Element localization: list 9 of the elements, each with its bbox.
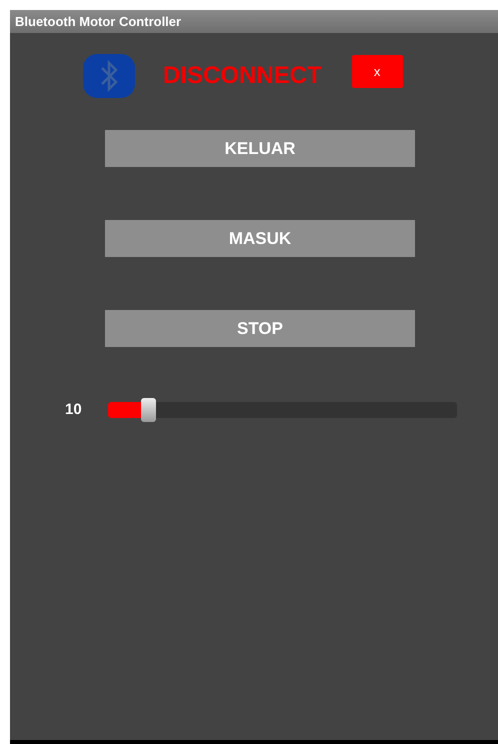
connection-status: DISCONNECT (163, 62, 322, 90)
slider-value: 10 (65, 401, 83, 418)
command-button[interactable]: STOP (105, 310, 415, 347)
slider-thumb[interactable] (140, 398, 156, 422)
close-button[interactable]: x (352, 54, 403, 88)
bluetooth-icon (83, 54, 135, 98)
command-button[interactable]: KELUAR (105, 130, 415, 167)
window-title: Bluetooth Motor Controller (10, 10, 498, 33)
command-button[interactable]: MASUK (105, 220, 415, 257)
